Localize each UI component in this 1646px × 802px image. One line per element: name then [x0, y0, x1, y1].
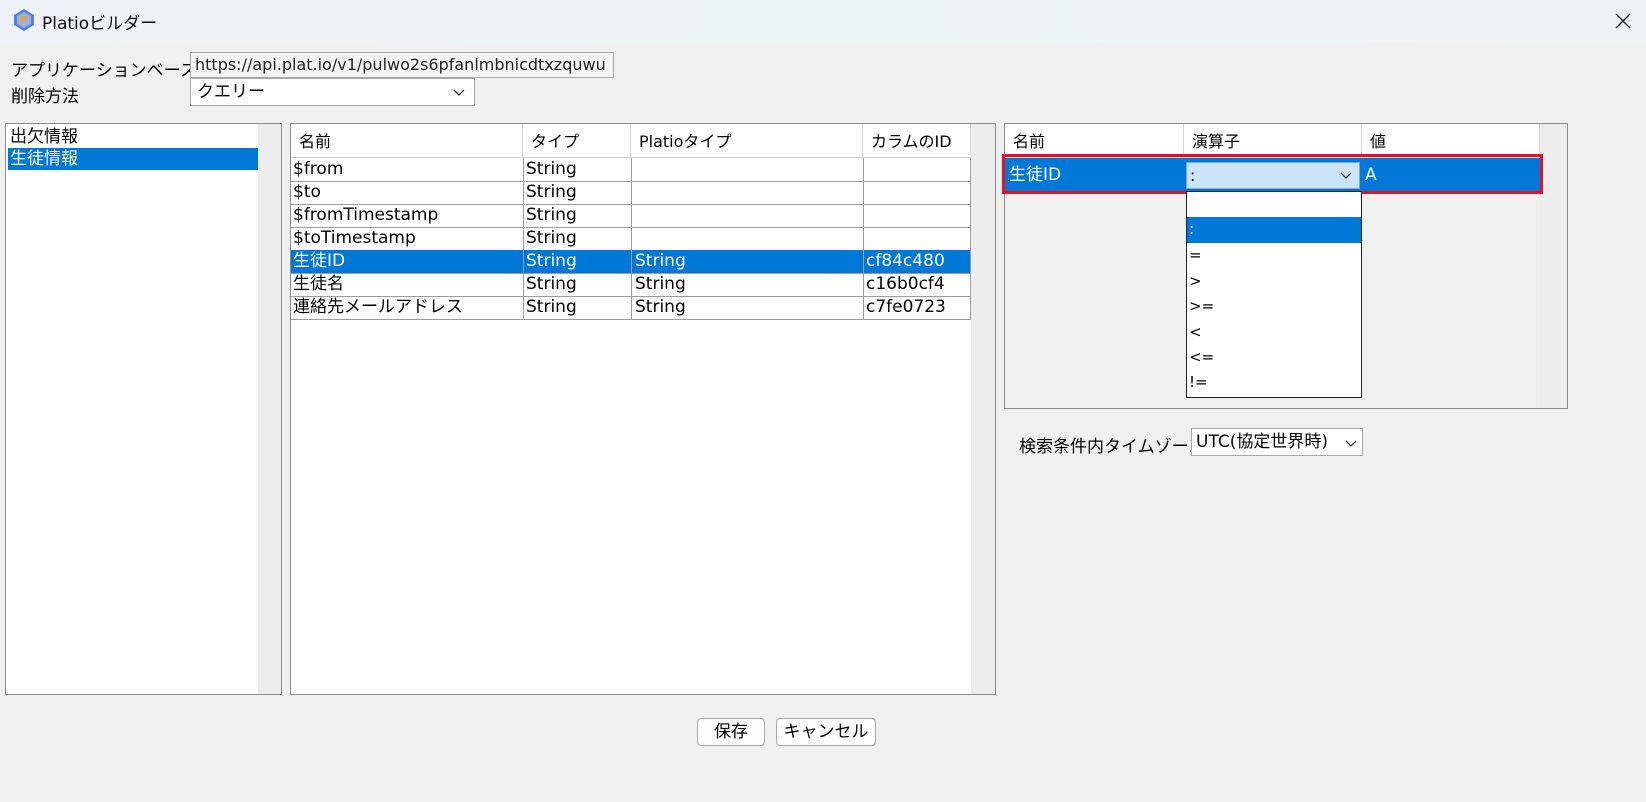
cell-platio-type — [632, 181, 864, 205]
window-title: Platioビルダー — [42, 14, 158, 34]
close-button[interactable] — [1600, 2, 1646, 40]
column-header-column-id[interactable]: カラムのID — [863, 124, 971, 158]
operator-option[interactable]: = — [1187, 243, 1361, 269]
cell-column-id — [864, 227, 971, 251]
column-header-platio-type[interactable]: Platioタイプ — [631, 124, 863, 158]
operator-option[interactable]: >= — [1187, 294, 1361, 320]
timezone-label: 検索条件内タイムゾーン — [1019, 437, 1205, 457]
cell-type: String — [524, 181, 632, 205]
cell-name: 生徒ID — [291, 250, 524, 274]
column-header-name[interactable]: 名前 — [291, 124, 523, 158]
chevron-down-icon — [1345, 440, 1357, 447]
filter-header-name[interactable]: 名前 — [1005, 124, 1184, 158]
delete-method-label: 削除方法 — [11, 87, 79, 107]
filter-table: 名前 演算子 値 生徒ID : A : = > >= < <= != — [1002, 123, 1568, 409]
cell-platio-type — [632, 158, 864, 182]
cancel-button[interactable]: キャンセル — [776, 718, 876, 746]
scrollbar[interactable] — [971, 124, 995, 694]
cell-platio-type — [632, 227, 864, 251]
operator-option[interactable]: <= — [1187, 345, 1361, 371]
cell-column-id — [864, 204, 971, 228]
cell-platio-type: String — [632, 250, 864, 274]
operator-option[interactable] — [1187, 192, 1361, 218]
cell-column-id — [864, 181, 971, 205]
cell-name: 連絡先メールアドレス — [291, 296, 524, 320]
cell-column-id — [864, 158, 971, 182]
chevron-down-icon — [453, 89, 465, 96]
base-url-field[interactable]: https://api.plat.io/v1/pulwo2s6pfanlmbni… — [190, 52, 614, 78]
columns-table: 名前 タイプ Platioタイプ カラムのID $from String $to… — [290, 123, 996, 695]
cell-type: String — [524, 227, 632, 251]
cell-type: String — [524, 296, 632, 320]
delete-method-select[interactable]: クエリー — [190, 78, 475, 106]
platio-app-icon — [14, 9, 34, 31]
cell-type: String — [524, 250, 632, 274]
cell-platio-type: String — [632, 273, 864, 297]
list-item[interactable]: 生徒情報 — [8, 148, 258, 170]
timezone-value: UTC(協定世界時) — [1196, 432, 1328, 452]
list-item[interactable]: 出欠情報 — [8, 126, 258, 148]
column-header-type[interactable]: タイプ — [523, 124, 631, 158]
cell-name: $fromTimestamp — [291, 204, 524, 228]
cell-column-id: c16b0cf4 — [864, 273, 971, 297]
cell-column-id: c7fe0723 — [864, 296, 971, 320]
operator-option[interactable]: > — [1187, 269, 1361, 295]
operator-dropdown-list[interactable]: : = > >= < <= != — [1186, 191, 1362, 398]
cell-name: $from — [291, 158, 524, 182]
cell-name: 生徒名 — [291, 273, 524, 297]
operator-option[interactable]: != — [1187, 370, 1361, 396]
list-item-label: 出欠情報 — [10, 127, 78, 147]
cell-platio-type: String — [632, 296, 864, 320]
cell-name: $toTimestamp — [291, 227, 524, 251]
filter-header-operator[interactable]: 演算子 — [1184, 124, 1362, 158]
cell-type: String — [524, 158, 632, 182]
title-bar: Platioビルダー — [0, 0, 1646, 42]
scrollbar[interactable] — [1540, 124, 1567, 408]
cell-name: $to — [291, 181, 524, 205]
collection-list: 出欠情報 生徒情報 — [5, 123, 282, 695]
list-item-label: 生徒情報 — [10, 149, 78, 169]
cell-type: String — [524, 273, 632, 297]
operator-option[interactable]: < — [1187, 320, 1361, 346]
timezone-select[interactable]: UTC(協定世界時) — [1191, 428, 1363, 456]
save-button[interactable]: 保存 — [697, 718, 765, 746]
close-icon — [1615, 13, 1631, 29]
cell-column-id: cf84c480 — [864, 250, 971, 274]
cell-platio-type — [632, 204, 864, 228]
filter-header-value[interactable]: 値 — [1362, 124, 1540, 158]
highlight-box — [1002, 154, 1543, 194]
scrollbar[interactable] — [258, 124, 281, 694]
delete-method-value: クエリー — [197, 82, 265, 102]
operator-option-selected[interactable]: : — [1187, 217, 1361, 243]
cell-type: String — [524, 204, 632, 228]
